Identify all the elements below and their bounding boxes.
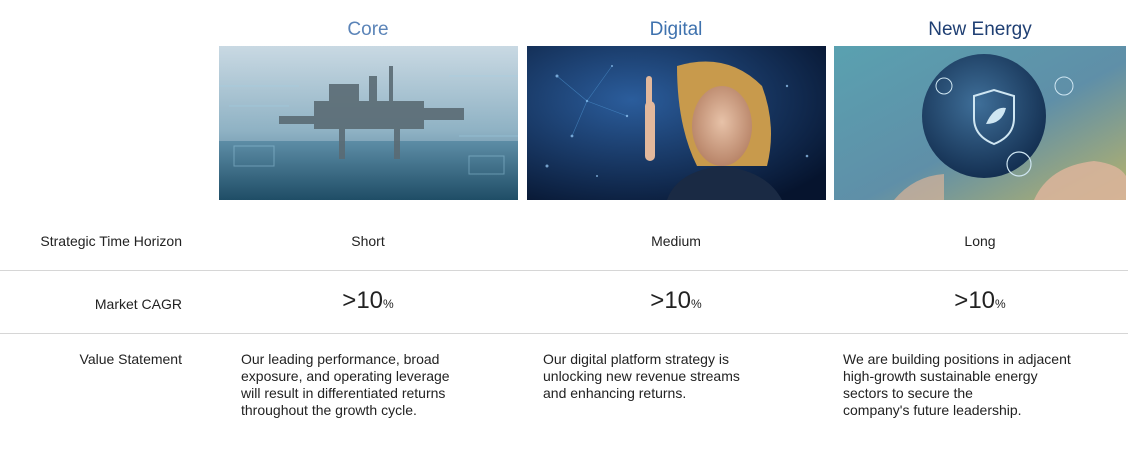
statement-line: Our leading performance, broad — [241, 351, 440, 367]
statement-line: We are building positions in adjacent — [843, 351, 1071, 367]
time-horizon-digital: Medium — [651, 233, 701, 249]
cagr-unit: % — [995, 297, 1006, 311]
statement-line: unlocking new revenue streams — [543, 368, 740, 384]
statement-line: high-growth sustainable energy — [843, 368, 1038, 384]
market-cagr-core: >10% — [218, 287, 518, 315]
statement-line: Our digital platform strategy is — [543, 351, 729, 367]
column-title-core: Core — [347, 19, 389, 40]
cagr-value: >10 — [342, 287, 384, 314]
column-title-digital: Digital — [649, 19, 703, 40]
market-cagr-digital: >10% — [526, 287, 826, 315]
statement-line: and enhancing returns. — [543, 385, 687, 401]
statement-line: company's future leadership. — [843, 402, 1022, 418]
digital-woman-image — [527, 46, 826, 200]
row-divider — [0, 333, 1128, 334]
row-divider — [0, 270, 1128, 271]
market-cagr-new-energy: >10% — [834, 287, 1126, 315]
market-cagr-label: Market CAGR — [94, 296, 182, 312]
statement-line: sectors to secure the — [843, 385, 973, 401]
statement-line: will result in differentiated returns — [241, 385, 446, 401]
offshore-platform-image — [219, 46, 518, 200]
value-statement-label: Value Statement — [79, 351, 182, 367]
cagr-unit: % — [383, 297, 394, 311]
cagr-value: >10 — [650, 287, 692, 314]
cagr-value: >10 — [954, 287, 996, 314]
time-horizon-new-energy: Long — [964, 233, 996, 249]
statement-line: exposure, and operating leverage — [241, 368, 450, 384]
value-statement-digital: Our digital platform strategy is unlocki… — [543, 351, 823, 402]
value-statement-new-energy: We are building positions in adjacent hi… — [843, 351, 1127, 419]
statement-line: throughout the growth cycle. — [241, 402, 417, 418]
time-horizon-label: Strategic Time Horizon — [40, 233, 182, 249]
time-horizon-core: Short — [351, 233, 385, 249]
column-title-new-energy: New Energy — [928, 19, 1032, 40]
cagr-unit: % — [691, 297, 702, 311]
value-statement-core: Our leading performance, broad exposure,… — [241, 351, 521, 419]
new-energy-image — [834, 46, 1126, 200]
